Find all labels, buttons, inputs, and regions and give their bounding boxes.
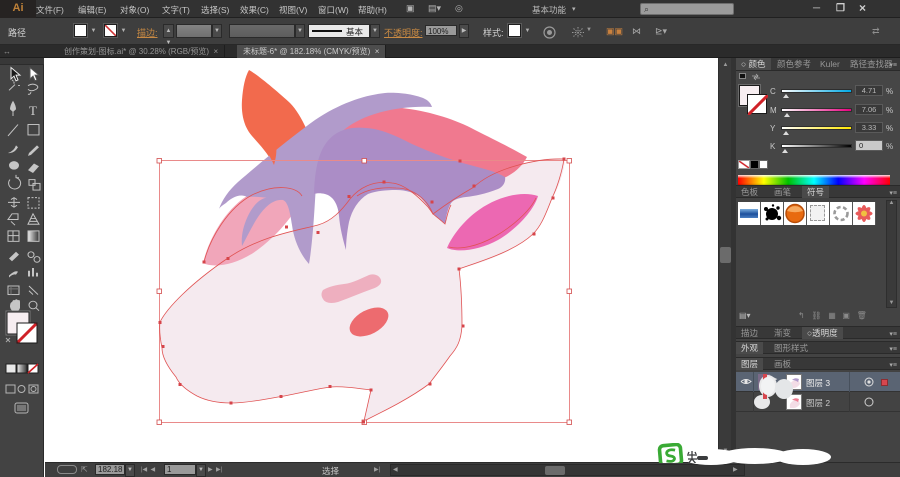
svg-text:T: T — [29, 104, 37, 118]
